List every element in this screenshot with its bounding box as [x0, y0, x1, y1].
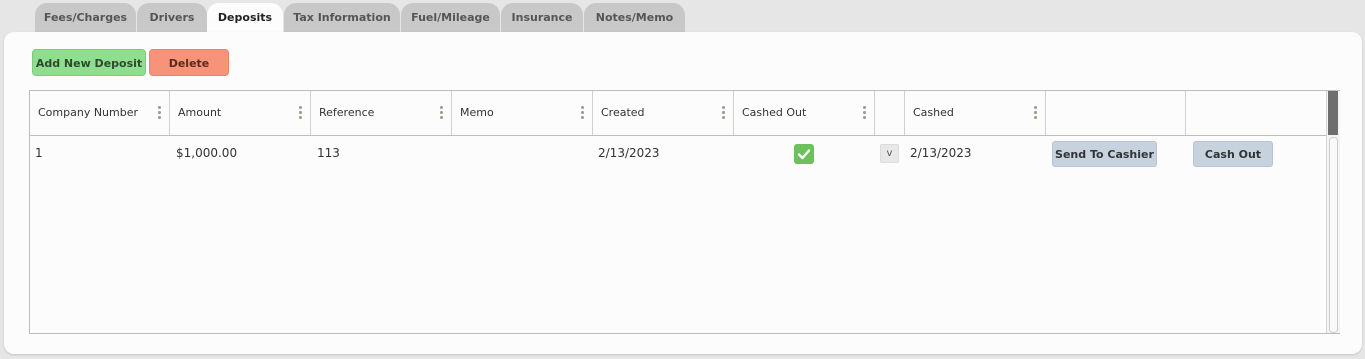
- v-button[interactable]: v: [880, 144, 899, 163]
- grid-header: Company Number Amount Reference Memo Cre…: [30, 91, 1326, 136]
- cell-created: 2/13/2023: [598, 146, 660, 160]
- cell-company-number: 1: [35, 146, 43, 160]
- tab-deposits[interactable]: Deposits: [207, 3, 283, 33]
- column-label: Created: [601, 106, 645, 119]
- send-to-cashier-button[interactable]: Send To Cashier: [1052, 141, 1157, 167]
- deposits-grid: Company Number Amount Reference Memo Cre…: [29, 90, 1340, 334]
- kebab-menu-icon[interactable]: [722, 106, 725, 120]
- tab-notes-memo[interactable]: Notes/Memo: [584, 3, 685, 32]
- column-header-v: [875, 91, 905, 135]
- cell-amount: $1,000.00: [176, 146, 238, 160]
- kebab-menu-icon[interactable]: [158, 106, 161, 120]
- column-header-cash-out: [1186, 91, 1326, 135]
- kebab-menu-icon[interactable]: [1034, 106, 1037, 120]
- column-header-send: [1046, 91, 1186, 135]
- scrollbar-header-block: [1328, 91, 1338, 135]
- tab-fees-charges[interactable]: Fees/Charges: [35, 3, 136, 32]
- column-header-reference[interactable]: Reference: [311, 91, 452, 135]
- column-label: Company Number: [38, 106, 139, 119]
- column-header-cashed[interactable]: Cashed: [905, 91, 1046, 135]
- column-header-company-number[interactable]: Company Number: [30, 91, 170, 135]
- kebab-menu-icon[interactable]: [863, 106, 866, 120]
- column-header-cashed-out[interactable]: Cashed Out: [734, 91, 875, 135]
- tab-drivers[interactable]: Drivers: [137, 3, 207, 32]
- column-header-amount[interactable]: Amount: [170, 91, 311, 135]
- cash-out-button[interactable]: Cash Out: [1193, 141, 1273, 167]
- column-label: Amount: [178, 106, 222, 119]
- column-label: Memo: [460, 106, 494, 119]
- deposits-panel: Add New Deposit Delete Company Number Am…: [4, 32, 1362, 354]
- tab-tax-information[interactable]: Tax Information: [284, 3, 400, 32]
- column-label: Cashed Out: [742, 106, 807, 119]
- tab-insurance[interactable]: Insurance: [501, 3, 583, 32]
- column-header-created[interactable]: Created: [593, 91, 734, 135]
- cell-cashed: 2/13/2023: [910, 146, 972, 160]
- kebab-menu-icon[interactable]: [440, 106, 443, 120]
- check-icon: [797, 149, 811, 160]
- kebab-menu-icon[interactable]: [299, 106, 302, 120]
- cell-reference: 113: [317, 146, 340, 160]
- scrollbar-track[interactable]: [1329, 137, 1338, 333]
- tab-fuel-mileage[interactable]: Fuel/Mileage: [401, 3, 500, 32]
- column-label: Cashed: [913, 106, 954, 119]
- add-new-deposit-button[interactable]: Add New Deposit: [32, 49, 146, 76]
- kebab-menu-icon[interactable]: [581, 106, 584, 120]
- column-header-memo[interactable]: Memo: [452, 91, 593, 135]
- cashed-out-checkbox[interactable]: [794, 144, 814, 164]
- vertical-scrollbar[interactable]: [1326, 91, 1340, 333]
- column-label: Reference: [319, 106, 375, 119]
- delete-button[interactable]: Delete: [149, 49, 229, 76]
